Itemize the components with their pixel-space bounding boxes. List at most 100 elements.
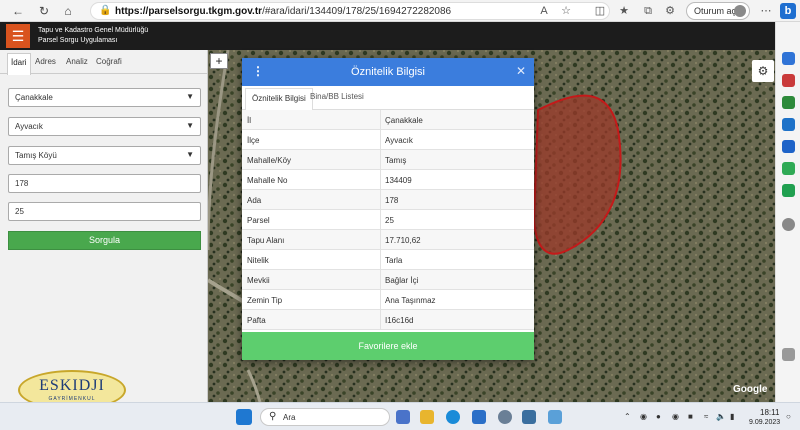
battery-icon[interactable]: ▮ xyxy=(730,412,734,421)
favorite-star-icon[interactable]: ☆ xyxy=(558,3,574,19)
sidebar-settings-icon[interactable] xyxy=(782,348,795,361)
dialog-header: ⋮ Öznitelik Bilgisi ✕ xyxy=(242,58,534,86)
tab-bina-listesi[interactable]: Bina/BB Listesi xyxy=(310,92,364,101)
tab-cografi[interactable]: Coğrafi xyxy=(96,57,122,66)
add-to-favorites-button[interactable]: Favorilere ekle xyxy=(242,332,534,360)
row-key: Parsel xyxy=(247,216,270,225)
clock-time[interactable]: 18:11 xyxy=(760,408,779,417)
row-value: Çanakkale xyxy=(385,116,423,125)
tray-app-icon[interactable]: ◉ xyxy=(672,412,679,421)
attribute-table: İl Çanakkale İlçe Ayvacık Mahalle/Köy Tamış… xyxy=(242,110,534,330)
bing-icon[interactable]: b xyxy=(780,3,796,19)
row-key: Mahalle No xyxy=(247,176,288,185)
district-value: Ayvacık xyxy=(15,122,43,131)
tab-adres[interactable]: Adres xyxy=(35,57,56,66)
windows-taskbar: ⚲ Ara ⌃ ◉ ● ◉ ■ ≈ 🔈 ▮ 18:11 9.09.2023 ○ xyxy=(0,402,800,430)
read-aloud-icon[interactable]: A xyxy=(536,3,552,19)
drop-icon[interactable] xyxy=(782,162,795,175)
notification-icon[interactable]: ○ xyxy=(786,412,791,421)
tray-app-icon[interactable]: ■ xyxy=(688,412,693,421)
back-arrow-icon[interactable]: ← xyxy=(10,3,26,19)
logo-main-text: ESKIDJI xyxy=(39,377,105,394)
chevron-down-icon: ▼ xyxy=(186,121,194,130)
address-bar[interactable]: 🔒 https://parselsorgu.tkgm.gov.tr/#ara/i… xyxy=(90,2,610,20)
wifi-icon[interactable]: ≈ xyxy=(704,412,708,421)
tray-app-icon[interactable]: ◉ xyxy=(640,412,647,421)
app-icon[interactable] xyxy=(548,410,562,424)
table-row: Pafta I16c16d xyxy=(242,310,534,330)
tray-app-icon[interactable]: ● xyxy=(656,412,661,421)
browser-toolbar: ← ↻ ⌂ 🔒 https://parselsorgu.tkgm.gov.tr/… xyxy=(0,0,800,22)
row-value: Tarla xyxy=(385,256,403,265)
dialog-title: Öznitelik Bilgisi xyxy=(351,66,425,78)
avatar xyxy=(734,5,746,17)
query-panel: İdari Adres Analiz Coğrafi Çanakkale ▼ A… xyxy=(0,50,208,402)
province-value: Çanakkale xyxy=(15,93,53,102)
office-icon[interactable] xyxy=(782,118,795,131)
province-select[interactable]: Çanakkale ▼ xyxy=(8,88,201,107)
app-title-line1: Tapu ve Kadastro Genel Müdürlüğü xyxy=(38,27,149,34)
refresh-icon[interactable]: ↻ xyxy=(36,3,52,19)
map-settings-gear-icon[interactable]: ⚙ xyxy=(752,60,774,82)
store-icon[interactable] xyxy=(472,410,486,424)
games-icon[interactable] xyxy=(782,96,795,109)
split-screen-icon[interactable]: ◫ xyxy=(592,3,608,19)
add-icon[interactable] xyxy=(782,218,795,231)
row-value: Tamış xyxy=(385,156,407,165)
hamburger-menu-icon[interactable]: ☰ xyxy=(6,24,30,48)
query-tabs: İdari Adres Analiz Coğrafi xyxy=(0,50,208,75)
sorgula-button[interactable]: Sorgula xyxy=(8,231,201,250)
file-explorer-icon[interactable] xyxy=(420,410,434,424)
taskbar-search[interactable]: ⚲ Ara xyxy=(260,408,390,426)
extensions-icon[interactable]: ⚙ xyxy=(662,3,678,19)
tab-idari[interactable]: İdari xyxy=(7,53,31,75)
row-value: 17.710,62 xyxy=(385,236,421,245)
collections-icon[interactable]: ⧉ xyxy=(640,3,656,19)
parsel-input[interactable]: 25 xyxy=(8,202,201,221)
app-title-line2: Parsel Sorgu Uygulaması xyxy=(38,37,118,44)
windows-start-icon[interactable] xyxy=(236,409,252,425)
lock-icon: 🔒 xyxy=(99,5,112,16)
table-row: Nitelik Tarla xyxy=(242,250,534,270)
row-key: Mevkii xyxy=(247,276,270,285)
clock-date[interactable]: 9.09.2023 xyxy=(749,419,780,426)
tab-analiz[interactable]: Analiz xyxy=(66,57,88,66)
row-key: Mahalle/Köy xyxy=(247,156,292,165)
profile-label: Oturum aç xyxy=(694,6,737,16)
district-select[interactable]: Ayvacık ▼ xyxy=(8,117,201,136)
settings-icon[interactable] xyxy=(498,410,512,424)
home-icon[interactable]: ⌂ xyxy=(60,3,76,19)
table-row: İlçe Ayvacık xyxy=(242,130,534,150)
table-row: Tapu Alanı 17.710,62 xyxy=(242,230,534,250)
volume-icon[interactable]: 🔈 xyxy=(716,412,726,421)
app-icon[interactable] xyxy=(522,410,536,424)
close-icon[interactable]: ✕ xyxy=(516,64,526,78)
chevron-up-icon[interactable]: ⌃ xyxy=(624,412,631,421)
row-key: Tapu Alanı xyxy=(247,236,285,245)
app-header: ☰ Tapu ve Kadastro Genel Müdürlüğü Parse… xyxy=(0,22,775,50)
row-key: İl xyxy=(247,116,251,125)
row-value: I16c16d xyxy=(385,316,414,325)
url-text: https://parselsorgu.tkgm.gov.tr/#ara/ida… xyxy=(115,6,452,17)
search-icon[interactable] xyxy=(782,52,795,65)
row-key: İlçe xyxy=(247,136,260,145)
table-row: Mahalle No 134409 xyxy=(242,170,534,190)
edge-browser-icon[interactable] xyxy=(446,410,460,424)
profile-button[interactable]: Oturum aç xyxy=(686,2,750,20)
tab-oznitelik[interactable]: Öznitelik Bilgisi xyxy=(245,88,313,111)
favorites-icon[interactable]: ★ xyxy=(616,3,632,19)
task-view-icon[interactable] xyxy=(396,410,410,424)
row-value: Ayvacık xyxy=(385,136,413,145)
village-value: Tamış Köyü xyxy=(15,151,57,160)
more-menu-icon[interactable]: ⋯ xyxy=(758,3,774,19)
outlook-icon[interactable] xyxy=(782,140,795,153)
attribute-dialog: ⋮ Öznitelik Bilgisi ✕ Öznitelik Bilgisi … xyxy=(242,58,534,360)
village-select[interactable]: Tamış Köyü ▼ xyxy=(8,146,201,165)
shopping-icon[interactable] xyxy=(782,184,795,197)
zoom-in-button[interactable]: + xyxy=(210,53,228,69)
table-row: Ada 178 xyxy=(242,190,534,210)
tools-icon[interactable] xyxy=(782,74,795,87)
row-key: Ada xyxy=(247,196,262,205)
table-row: İl Çanakkale xyxy=(242,110,534,130)
ada-input[interactable]: 178 xyxy=(8,174,201,193)
